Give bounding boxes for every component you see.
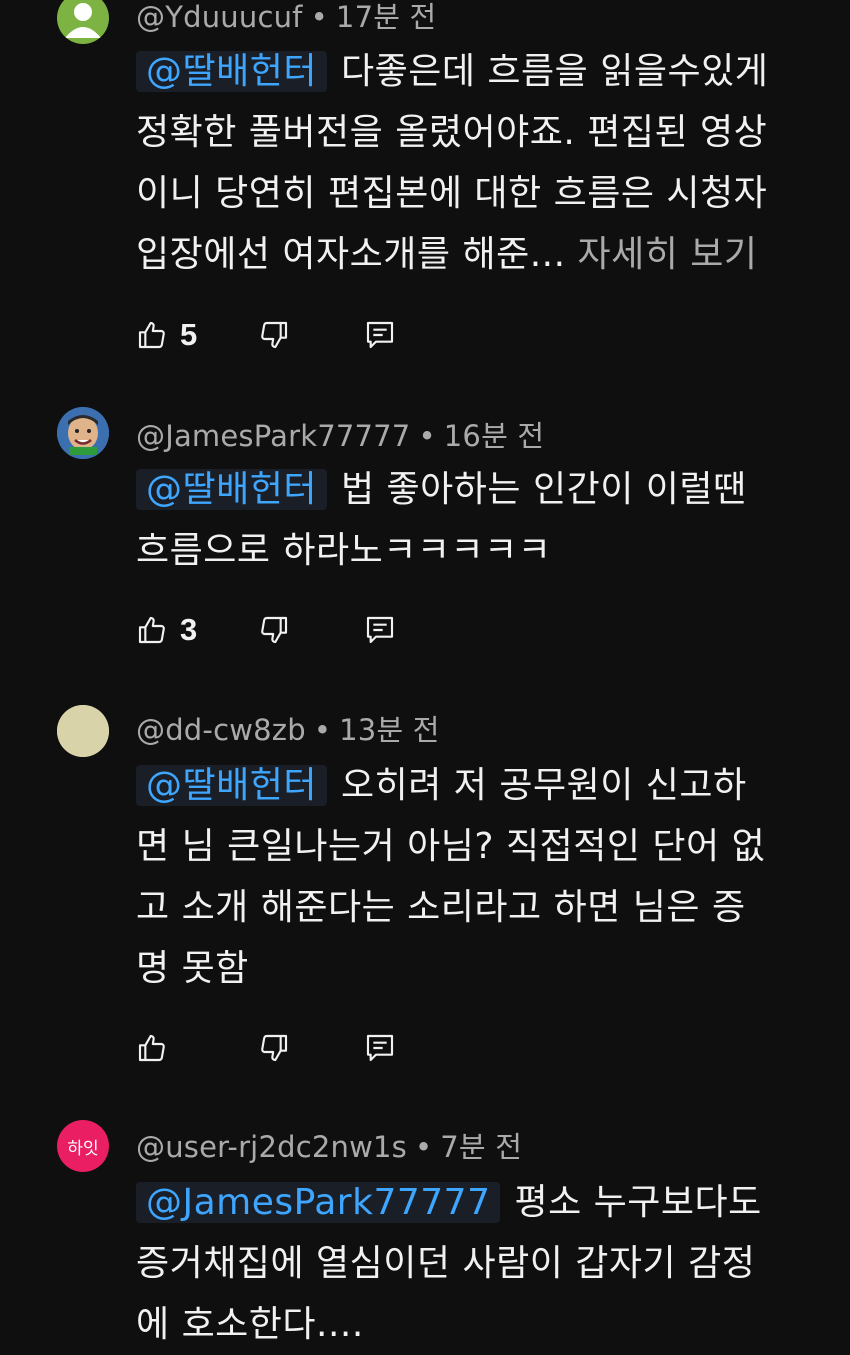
like-count: 3 — [180, 612, 198, 647]
profile-photo-icon — [57, 705, 109, 757]
comment-line: 법 좋아하는 인간이 이럴땐 — [340, 469, 747, 510]
dislike-button[interactable] — [258, 1028, 290, 1068]
reply-button[interactable] — [364, 315, 396, 355]
comment-line: 정확한 풀버전을 올렸어야죠. 편집된 영상 — [136, 112, 768, 153]
comment-line: 입장에선 여자소개를 해준... — [136, 234, 566, 275]
comment-meta: @user-rj2dc2nw1s • 7분 전 — [136, 1130, 523, 1164]
mention-link[interactable]: @JamesPark77777 — [136, 1182, 501, 1223]
comment-time: 7분 전 — [440, 1130, 523, 1164]
author-name[interactable]: @dd-cw8zb — [136, 713, 306, 747]
comment-meta: @dd-cw8zb • 13분 전 — [136, 713, 440, 747]
author-name[interactable]: @user-rj2dc2nw1s — [136, 1130, 407, 1164]
avatar[interactable] — [57, 407, 109, 459]
comment-line: 고 소개 해준다는 소리라고 하면 님은 증 — [136, 887, 746, 928]
reply-button[interactable] — [364, 610, 396, 650]
like-button[interactable]: 5 — [136, 315, 197, 355]
dislike-button[interactable] — [258, 610, 290, 650]
thumb-up-icon — [138, 321, 165, 349]
author-name[interactable]: @Yduuucuf — [136, 0, 303, 34]
thumb-down-icon — [261, 321, 288, 349]
comment-time: 16분 전 — [443, 419, 545, 453]
comment-text: @JamesPark77777 평소 누구보다도 증거채집에 열심이던 사람이 갑… — [136, 1172, 826, 1355]
comment-text: @딸배헌터 법 좋아하는 인간이 이럴땐 흐름으로 하라노ㅋㅋㅋㅋㅋ — [136, 459, 826, 581]
comment-line: 흐름으로 하라노ㅋㅋㅋㅋㅋ — [136, 530, 552, 571]
comment-line: 오히려 저 공무원이 신고하 — [340, 765, 747, 806]
reply-icon — [366, 1034, 394, 1062]
comment-line: 증거채집에 열심이던 사람이 갑자기 감정 — [136, 1243, 756, 1284]
comment-time: 13분 전 — [339, 713, 440, 747]
avatar[interactable] — [57, 705, 109, 757]
mention-link[interactable]: @딸배헌터 — [136, 469, 327, 510]
avatar[interactable]: 하잇 — [57, 1120, 109, 1172]
reply-button[interactable] — [364, 1028, 396, 1068]
thumb-down-icon — [261, 1034, 288, 1062]
comment-line: 다좋은데 흐름을 읽을수있게 — [340, 51, 769, 92]
mention-link[interactable]: @딸배헌터 — [136, 51, 327, 92]
mention-link[interactable]: @딸배헌터 — [136, 765, 327, 806]
author-name[interactable]: @JamesPark77777 — [136, 419, 410, 453]
comment-line: 명 못함 — [136, 948, 249, 989]
default-avatar-icon — [65, 3, 101, 38]
comment-meta: @Yduuucuf • 17분 전 — [136, 0, 437, 34]
comment-line: 면 님 큰일나는거 아님? 직접적인 단어 없 — [136, 826, 766, 867]
comment-text: @딸배헌터 다좋은데 흐름을 읽을수있게 정확한 풀버전을 올렸어야죠. 편집된 … — [136, 41, 826, 285]
like-button[interactable]: 3 — [136, 610, 197, 650]
profile-photo-icon — [57, 407, 109, 459]
reply-icon — [366, 616, 394, 644]
reply-icon — [366, 321, 394, 349]
comment-meta: @JamesPark77777 • 16분 전 — [136, 419, 545, 453]
comment-time: 17분 전 — [335, 0, 437, 34]
comment-line: 평소 누구보다도 — [514, 1182, 762, 1223]
avatar-text: 하잇 — [67, 1138, 99, 1159]
like-count: 5 — [180, 317, 198, 352]
dislike-button[interactable] — [258, 315, 290, 355]
like-button[interactable] — [136, 1028, 168, 1068]
thumb-up-icon — [138, 1034, 165, 1062]
avatar[interactable] — [57, 0, 109, 44]
thumb-up-icon — [138, 616, 165, 644]
thumb-down-icon — [261, 616, 288, 644]
comment-text: @딸배헌터 오히려 저 공무원이 신고하 면 님 큰일나는거 아님? 직접적인 단… — [136, 755, 826, 999]
read-more-link[interactable]: 자세히 보기 — [578, 234, 758, 275]
comment-line: 에 호소한다.... — [136, 1304, 364, 1345]
comment-line: 이니 당연히 편집본에 대한 흐름은 시청자 — [136, 173, 768, 214]
